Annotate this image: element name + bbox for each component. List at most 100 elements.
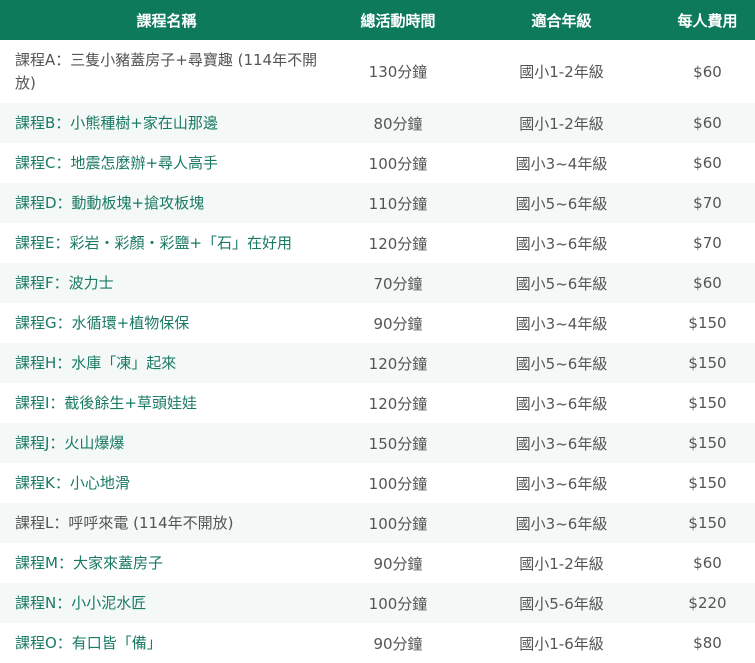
course-fee: $150	[688, 474, 727, 492]
course-fee: $150	[688, 434, 727, 452]
course-link[interactable]: 課程C：地震怎麼辦+尋人高手	[15, 154, 218, 172]
course-fee-cell: $70	[660, 223, 755, 263]
course-duration-cell: 90分鐘	[333, 623, 463, 663]
course-fee-cell: $150	[660, 423, 755, 463]
course-name-cell: 課程F：波力士	[0, 263, 333, 303]
course-grade: 國小5-6年級	[519, 594, 604, 613]
course-duration: 130分鐘	[368, 63, 428, 81]
course-name-cell: 課程K：小心地滑	[0, 463, 333, 503]
course-fee-cell: $150	[660, 303, 755, 343]
course-fee-cell: $150	[660, 343, 755, 383]
course-duration: 70分鐘	[373, 274, 423, 293]
course-fee: $60	[693, 62, 722, 81]
course-grade: 國小3~6年級	[515, 474, 608, 493]
course-fee-cell: $70	[660, 183, 755, 223]
course-grade: 國小1-2年級	[519, 114, 604, 133]
course-name-cell: 課程C：地震怎麼辦+尋人高手	[0, 143, 333, 183]
course-name: 課程L：呼呼來電 (114年不開放)	[15, 513, 234, 532]
course-name-cell: 課程H：水庫「凍」起來	[0, 343, 333, 383]
course-link[interactable]: 課程B：小熊種樹+家在山那邊	[15, 114, 218, 132]
table-row: 課程A：三隻小豬蓋房子+尋寶趣 (114年不開放) 130分鐘 國小1-2年級 $60	[0, 40, 755, 103]
table-row: 課程H：水庫「凍」起來 120分鐘 國小5~6年級 $150	[0, 343, 755, 383]
course-link[interactable]: 課程M：大家來蓋房子	[15, 554, 163, 572]
header-grade: 適合年級	[463, 0, 660, 40]
course-duration-cell: 130分鐘	[333, 40, 463, 103]
course-link[interactable]: 課程O：有口皆「備」	[15, 634, 162, 652]
course-link[interactable]: 課程J：火山爆爆	[15, 434, 124, 452]
course-name-cell: 課程A：三隻小豬蓋房子+尋寶趣 (114年不開放)	[0, 40, 333, 103]
course-grade-cell: 國小5-6年級	[463, 583, 660, 623]
table-row: 課程M：大家來蓋房子 90分鐘 國小1-2年級 $60	[0, 543, 755, 583]
course-link[interactable]: 課程G：水循環+植物保保	[15, 314, 189, 332]
course-duration: 110分鐘	[368, 194, 428, 213]
course-grade-cell: 國小5~6年級	[463, 343, 660, 383]
course-fee-cell: $150	[660, 463, 755, 503]
course-name-cell: 課程O：有口皆「備」	[0, 623, 333, 663]
course-duration-cell: 70分鐘	[333, 263, 463, 303]
table-row: 課程D：動動板塊+搶攻板塊 110分鐘 國小5~6年級 $70	[0, 183, 755, 223]
course-fee: $60	[693, 274, 722, 292]
course-link[interactable]: 課程F：波力士	[15, 274, 114, 292]
course-grade: 國小3~4年級	[515, 314, 608, 333]
course-link[interactable]: 課程K：小心地滑	[15, 474, 130, 492]
course-fee: $60	[693, 154, 722, 172]
course-name-cell: 課程E：彩岩・彩顏・彩鹽+「石」在好用	[0, 223, 333, 263]
course-grade: 國小1-6年級	[519, 634, 604, 653]
course-duration: 90分鐘	[373, 634, 423, 653]
course-grade: 國小3~4年級	[515, 154, 608, 173]
course-duration-cell: 120分鐘	[333, 223, 463, 263]
course-name-cell: 課程J：火山爆爆	[0, 423, 333, 463]
course-grade-cell: 國小3~6年級	[463, 383, 660, 423]
course-fee: $150	[688, 394, 727, 412]
table-row: 課程G：水循環+植物保保 90分鐘 國小3~4年級 $150	[0, 303, 755, 343]
table-row: 課程F：波力士 70分鐘 國小5~6年級 $60	[0, 263, 755, 303]
course-duration-cell: 120分鐘	[333, 343, 463, 383]
course-duration: 120分鐘	[368, 234, 428, 253]
course-duration: 100分鐘	[368, 594, 428, 613]
course-grade-cell: 國小1-2年級	[463, 40, 660, 103]
course-duration-cell: 100分鐘	[333, 583, 463, 623]
course-fee: $60	[693, 554, 722, 572]
course-fee: $150	[688, 514, 727, 532]
course-fee-cell: $150	[660, 383, 755, 423]
table-row: 課程L：呼呼來電 (114年不開放) 100分鐘 國小3~6年級 $150	[0, 503, 755, 543]
course-fee: $70	[693, 234, 722, 252]
course-grade-cell: 國小1-2年級	[463, 103, 660, 143]
course-grade: 國小3~6年級	[515, 514, 608, 533]
course-grade: 國小5~6年級	[515, 274, 608, 293]
course-grade-cell: 國小5~6年級	[463, 263, 660, 303]
header-fee: 每人費用	[660, 0, 755, 40]
course-link[interactable]: 課程I：截後餘生+草頭娃娃	[15, 394, 197, 412]
table-row: 課程I：截後餘生+草頭娃娃 120分鐘 國小3~6年級 $150	[0, 383, 755, 423]
course-duration-cell: 80分鐘	[333, 103, 463, 143]
course-fee-cell: $60	[660, 103, 755, 143]
course-fee-cell: $60	[660, 543, 755, 583]
course-duration-cell: 100分鐘	[333, 143, 463, 183]
course-name-cell: 課程D：動動板塊+搶攻板塊	[0, 183, 333, 223]
course-grade: 國小3~6年級	[515, 394, 608, 413]
course-duration-cell: 90分鐘	[333, 543, 463, 583]
course-fee-cell: $60	[660, 143, 755, 183]
course-fee-cell: $80	[660, 623, 755, 663]
course-fee: $60	[693, 114, 722, 132]
table-row: 課程N：小小泥水匠 100分鐘 國小5-6年級 $220	[0, 583, 755, 623]
header-course-name: 課程名稱	[0, 0, 333, 40]
course-grade-cell: 國小1-2年級	[463, 543, 660, 583]
course-link[interactable]: 課程N：小小泥水匠	[15, 594, 146, 612]
course-fee-cell: $60	[660, 40, 755, 103]
course-grade-cell: 國小3~4年級	[463, 303, 660, 343]
course-grade: 國小5~6年級	[515, 194, 608, 213]
course-grade-cell: 國小5~6年級	[463, 183, 660, 223]
course-duration: 80分鐘	[373, 114, 423, 133]
course-link[interactable]: 課程H：水庫「凍」起來	[15, 354, 176, 372]
course-link[interactable]: 課程D：動動板塊+搶攻板塊	[15, 194, 204, 212]
course-duration: 120分鐘	[368, 394, 428, 413]
course-name-cell: 課程B：小熊種樹+家在山那邊	[0, 103, 333, 143]
course-link[interactable]: 課程E：彩岩・彩顏・彩鹽+「石」在好用	[15, 234, 292, 252]
course-fee: $70	[693, 194, 722, 212]
course-fee: $220	[688, 594, 727, 612]
course-fee: $80	[693, 634, 722, 652]
course-duration-cell: 90分鐘	[333, 303, 463, 343]
table-header-row: 課程名稱 總活動時間 適合年級 每人費用	[0, 0, 755, 40]
course-grade-cell: 國小3~6年級	[463, 463, 660, 503]
